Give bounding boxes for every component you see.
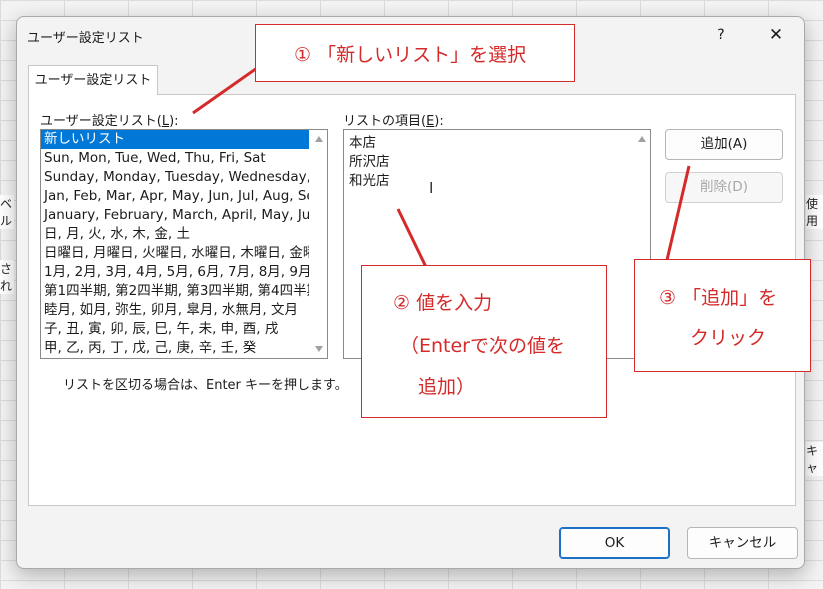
custom-list-item[interactable]: 子, 丑, 寅, 卯, 辰, 巳, 午, 未, 申, 酉, 戌 <box>41 320 309 339</box>
list-entry-line: 和光店 <box>349 173 390 189</box>
delete-button[interactable]: 削除(D) <box>665 172 783 203</box>
custom-list-item[interactable]: Sunday, Monday, Tuesday, Wednesday, Thur… <box>41 168 309 187</box>
custom-lists-listbox[interactable]: 新しいリスト Sun, Mon, Tue, Wed, Thu, Fri, Sat S… <box>40 129 328 359</box>
list-entry-line: 本店 <box>349 135 376 151</box>
custom-list-item[interactable]: 1月, 2月, 3月, 4月, 5月, 6月, 7月, 8月, 9月 <box>41 263 309 282</box>
close-button[interactable]: ✕ <box>761 23 791 47</box>
listbox-scrollbar[interactable] <box>311 130 327 358</box>
custom-list-item[interactable]: 甲, 乙, 丙, 丁, 戊, 己, 庚, 辛, 壬, 癸 <box>41 339 309 358</box>
callout-step1: ① 「新しいリスト」を選択 <box>255 24 575 82</box>
callout-step2-line: ② 値を入力 <box>393 292 493 314</box>
custom-list-item[interactable]: 日曜日, 月曜日, 火曜日, 水曜日, 木曜日, 金曜日, 土曜日 <box>41 244 309 263</box>
custom-list-item[interactable]: 第1四半期, 第2四半期, 第3四半期, 第4四半期 <box>41 282 309 301</box>
background-edge-text: キャ <box>806 442 823 476</box>
callout-step2-line: 追加） <box>418 376 476 398</box>
background-edge-text: され <box>0 260 14 294</box>
scroll-up-icon[interactable] <box>315 136 323 142</box>
custom-list-item[interactable]: 新しいリスト <box>41 130 309 149</box>
ok-button[interactable]: OK <box>559 527 670 559</box>
dialog-title: ユーザー設定リスト <box>27 31 144 46</box>
help-button[interactable]: ? <box>709 23 733 47</box>
scroll-down-icon[interactable] <box>315 346 323 352</box>
scroll-up-icon[interactable] <box>638 136 646 142</box>
custom-list-item[interactable]: Jan, Feb, Mar, Apr, May, Jun, Jul, Aug, … <box>41 187 309 206</box>
custom-list-item[interactable]: Sun, Mon, Tue, Wed, Thu, Fri, Sat <box>41 149 309 168</box>
cancel-button[interactable]: キャンセル <box>687 527 798 559</box>
callout-step1-text: ① 「新しいリスト」を選択 <box>294 44 527 66</box>
add-button[interactable]: 追加(A) <box>665 129 783 160</box>
custom-lists-label: ユーザー設定リスト(L): <box>40 114 179 129</box>
callout-step3: ③ 「追加」を クリック <box>634 259 811 372</box>
custom-list-item[interactable]: January, February, March, April, May, Ju… <box>41 206 309 225</box>
custom-list-item[interactable]: 睦月, 如月, 弥生, 卯月, 皐月, 水無月, 文月 <box>41 301 309 320</box>
tab-custom-lists[interactable]: ユーザー設定リスト <box>28 65 158 95</box>
callout-step2-line: （Enterで次の値を <box>400 335 565 357</box>
custom-list-item[interactable]: 日, 月, 火, 水, 木, 金, 土 <box>41 225 309 244</box>
callout-step3-line: クリック <box>690 327 767 349</box>
list-entry-line: 所沢店 <box>349 154 390 170</box>
callout-step3-line: ③ 「追加」を <box>659 287 778 309</box>
list-entries-label: リストの項目(E): <box>343 114 444 129</box>
callout-step2: ② 値を入力 （Enterで次の値を 追加） <box>361 265 607 418</box>
hint-text: リストを区切る場合は、Enter キーを押します。 <box>63 378 348 393</box>
text-cursor-icon: I <box>429 179 434 197</box>
background-edge-text: ベル <box>0 195 14 229</box>
background-edge-text: 使用 <box>806 195 823 229</box>
